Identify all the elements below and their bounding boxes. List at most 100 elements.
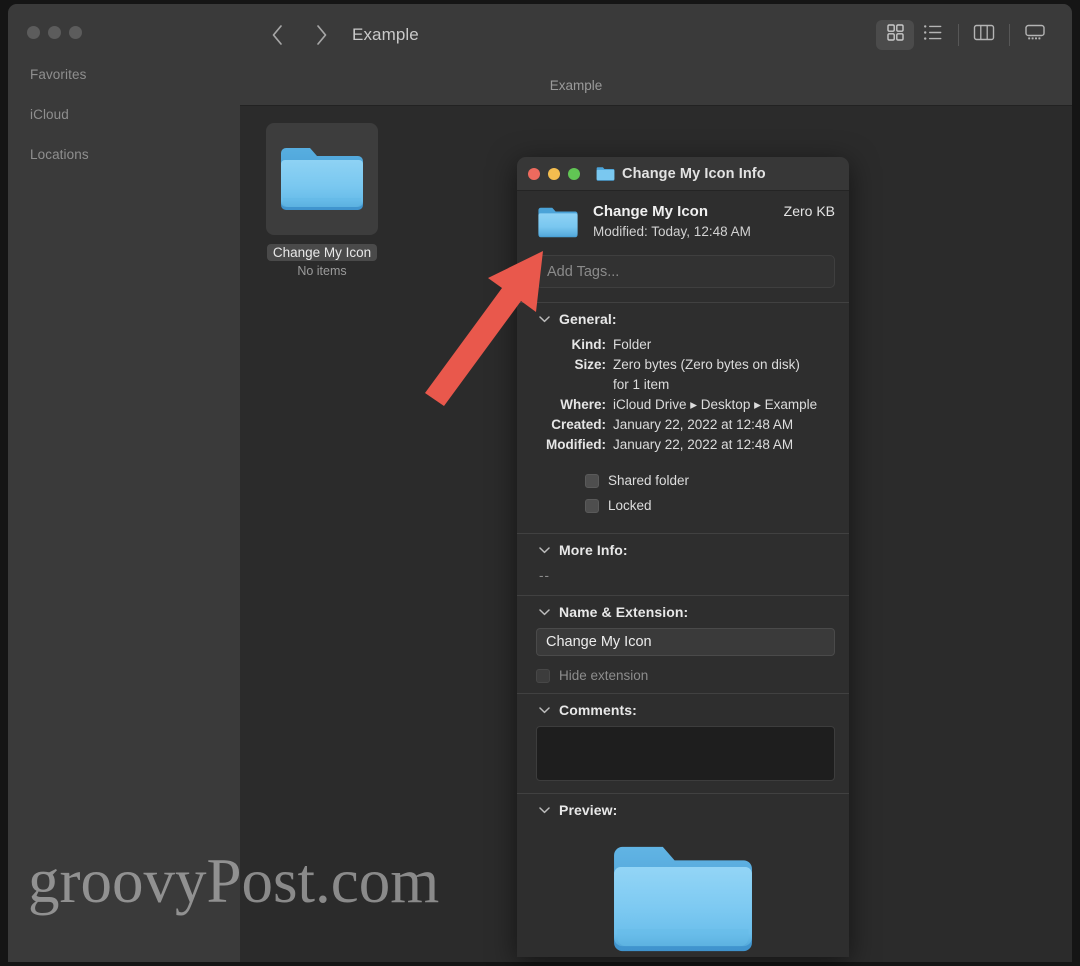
grid-icon	[886, 23, 905, 47]
chevron-down-icon	[539, 315, 551, 323]
icon-view-button[interactable]	[876, 19, 914, 50]
screenshot-root: Favorites iCloud Locations Example Examp…	[0, 0, 1080, 966]
property-key: Kind:	[571, 337, 607, 352]
general-properties: Kind: Folder Size: Zero bytes (Zero byte…	[517, 333, 849, 463]
info-header: Change My Icon Zero KB Modified: Today, …	[517, 191, 849, 255]
section-label-comments: Comments:	[559, 702, 637, 718]
back-button[interactable]	[264, 21, 290, 49]
property-value: iCloud Drive ▸ Desktop ▸ Example	[613, 397, 818, 412]
gallery-view-button[interactable]	[1016, 20, 1054, 50]
path-bar-label[interactable]: Example	[550, 78, 603, 93]
hide-extension-checkbox[interactable]	[536, 668, 550, 683]
info-file-modified: Modified: Today, 12:48 AM	[593, 224, 751, 239]
property-row: Modified: January 22, 2022 at 12:48 AM	[529, 435, 837, 454]
shared-folder-label: Shared folder	[608, 473, 690, 488]
add-tags-placeholder: Add Tags...	[547, 263, 620, 280]
view-mode-group	[876, 19, 1054, 50]
folder-icon[interactable]	[537, 205, 579, 245]
info-close-button[interactable]	[528, 167, 540, 180]
more-info-value: --	[539, 568, 550, 583]
property-row: Size: Zero bytes (Zero bytes on disk)	[529, 355, 837, 374]
property-row: Where: iCloud Drive ▸ Desktop ▸ Example	[529, 395, 837, 414]
info-window-title: Change My Icon Info	[622, 165, 766, 182]
folder-icon	[278, 143, 366, 215]
info-header-text: Change My Icon Zero KB Modified: Today, …	[593, 203, 835, 239]
chevron-down-icon	[539, 806, 551, 814]
section-header-name-extension[interactable]: Name & Extension:	[517, 596, 849, 626]
toolbar-divider-2	[1009, 23, 1010, 46]
sidebar-section-favorites[interactable]: Favorites	[8, 61, 240, 89]
comments-textarea[interactable]	[536, 726, 835, 781]
property-value: Zero bytes (Zero bytes on disk)	[613, 357, 800, 372]
close-button[interactable]	[27, 26, 40, 39]
info-header-row: Change My Icon Zero KB	[593, 203, 835, 220]
property-row: Kind: Folder	[529, 335, 837, 354]
preview-area	[517, 824, 849, 957]
file-item-change-my-icon[interactable]: Change My Icon No items	[257, 123, 387, 278]
list-icon	[923, 23, 943, 47]
sidebar-section-locations[interactable]: Locations	[8, 141, 240, 169]
file-subtitle-label: No items	[297, 264, 347, 278]
shared-folder-checkbox-row[interactable]: Shared folder	[585, 473, 849, 488]
finder-toolbar: Example	[240, 4, 1072, 65]
chevron-down-icon	[539, 608, 551, 616]
info-file-size: Zero KB	[783, 203, 835, 219]
window-traffic-lights	[27, 26, 82, 39]
get-info-window[interactable]: Change My Icon Info Change My Icon Zero …	[517, 157, 849, 957]
info-minimize-button[interactable]	[548, 167, 560, 180]
chevron-right-icon	[315, 24, 328, 46]
property-value: Folder	[613, 337, 652, 352]
toolbar-divider-1	[958, 23, 959, 46]
locked-checkbox-row[interactable]: Locked	[585, 498, 849, 513]
property-value: January 22, 2022 at 12:48 AM	[613, 437, 794, 452]
name-input-value: Change My Icon	[546, 634, 652, 650]
forward-button[interactable]	[308, 21, 334, 49]
hide-extension-label: Hide extension	[559, 668, 649, 683]
property-key	[529, 375, 613, 394]
locked-checkbox[interactable]	[585, 498, 599, 513]
hide-extension-row[interactable]: Hide extension	[517, 656, 849, 693]
file-thumbnail	[266, 123, 378, 235]
info-window-body: Change My Icon Zero KB Modified: Today, …	[517, 191, 849, 957]
sidebar-section-icloud[interactable]: iCloud	[8, 101, 240, 129]
name-input-field[interactable]: Change My Icon	[536, 628, 835, 656]
info-file-name: Change My Icon	[593, 203, 709, 220]
folder-icon	[596, 166, 615, 182]
file-name-label[interactable]: Change My Icon	[266, 244, 378, 261]
info-zoom-button[interactable]	[568, 167, 580, 180]
section-header-preview[interactable]: Preview:	[517, 794, 849, 824]
property-value: for 1 item	[613, 377, 670, 392]
section-label-general: General:	[559, 311, 617, 327]
toolbar-folder-title: Example	[352, 24, 419, 44]
section-label-preview: Preview:	[559, 802, 618, 818]
chevron-left-icon	[271, 24, 284, 46]
info-window-titlebar[interactable]: Change My Icon Info	[517, 157, 849, 191]
general-checkboxes: Shared folder Locked	[517, 463, 849, 533]
property-row: Created: January 22, 2022 at 12:48 AM	[529, 415, 837, 434]
property-key: Where:	[560, 397, 606, 412]
gallery-icon	[1024, 23, 1046, 47]
zoom-button[interactable]	[69, 26, 82, 39]
property-value: January 22, 2022 at 12:48 AM	[613, 417, 794, 432]
finder-sidebar: Favorites iCloud Locations	[8, 4, 240, 962]
folder-icon	[609, 838, 757, 957]
property-key: Size:	[574, 357, 606, 372]
section-label-name-extension: Name & Extension:	[559, 604, 689, 620]
columns-icon	[973, 23, 995, 47]
section-header-comments[interactable]: Comments:	[517, 694, 849, 724]
property-row: for 1 item	[529, 375, 837, 394]
list-view-button[interactable]	[914, 20, 952, 50]
chevron-down-icon	[539, 546, 551, 554]
locked-label: Locked	[608, 498, 652, 513]
minimize-button[interactable]	[48, 26, 61, 39]
property-key: Created:	[551, 417, 606, 432]
shared-folder-checkbox[interactable]	[585, 473, 599, 488]
section-header-more-info[interactable]: More Info:	[517, 534, 849, 564]
add-tags-field[interactable]: Add Tags...	[536, 255, 835, 288]
watermark: groovyPost.com	[28, 846, 440, 916]
chevron-down-icon	[539, 706, 551, 714]
column-view-button[interactable]	[965, 20, 1003, 50]
section-label-more-info: More Info:	[559, 542, 628, 558]
property-key: Modified:	[546, 437, 606, 452]
section-header-general[interactable]: General:	[517, 303, 849, 333]
